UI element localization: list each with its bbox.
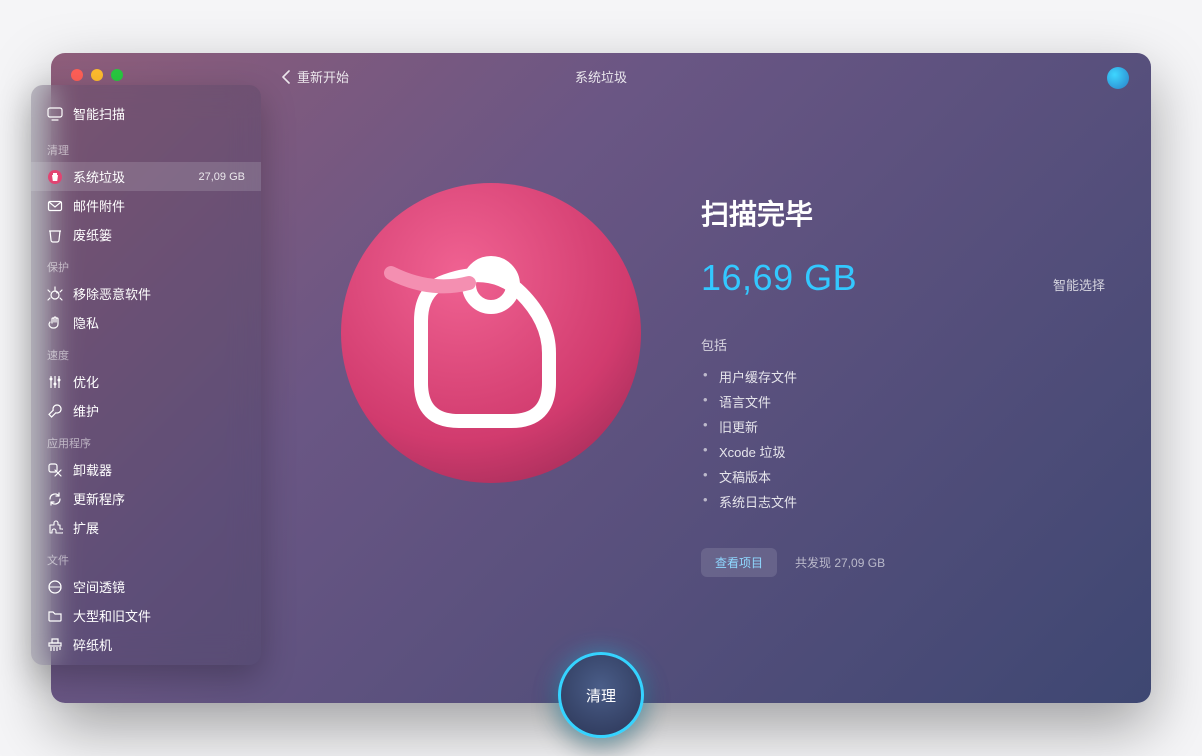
main-panel: 扫描完毕 16,69 GB 智能选择 包括 用户缓存文件语言文件旧更新Xcode…: [311, 133, 1111, 613]
lens-icon: [47, 579, 63, 595]
sidebar-item-label: 大型和旧文件: [73, 606, 245, 625]
sidebar-item[interactable]: 扩展: [31, 513, 261, 542]
sidebar-item-label: 智能扫描: [73, 104, 245, 123]
folder-icon: [47, 608, 63, 624]
shredder-icon: [47, 637, 63, 653]
sidebar-item-label: 维护: [73, 401, 245, 420]
sidebar-item-badge: 27,09 GB: [199, 171, 245, 183]
sidebar-item-label: 碎纸机: [73, 635, 245, 654]
envelope-icon: [47, 198, 63, 214]
chevron-left-icon: [281, 70, 291, 84]
sidebar-item-label: 移除恶意软件: [73, 284, 245, 303]
sidebar-item-label: 更新程序: [73, 489, 245, 508]
view-items-button[interactable]: 查看项目: [701, 548, 777, 577]
sidebar-section-title: 保护: [31, 249, 261, 279]
sidebar-item-label: 优化: [73, 372, 245, 391]
includes-item: 系统日志文件: [701, 489, 1111, 514]
sidebar-item[interactable]: 废纸篓: [31, 220, 261, 249]
includes-item: 旧更新: [701, 414, 1111, 439]
includes-item: 语言文件: [701, 389, 1111, 414]
uninstall-icon: [47, 462, 63, 478]
sidebar-section-title: 速度: [31, 337, 261, 367]
sidebar-item-label: 卸载器: [73, 460, 245, 479]
update-icon: [47, 491, 63, 507]
sidebar-section-title: 应用程序: [31, 425, 261, 455]
sidebar-section-title: 清理: [31, 132, 261, 162]
sidebar-item-label: 邮件附件: [73, 196, 245, 215]
bin-icon: [47, 227, 63, 243]
sidebar-item[interactable]: 移除恶意软件: [31, 279, 261, 308]
sidebar-item[interactable]: 维护: [31, 396, 261, 425]
sidebar-item[interactable]: 大型和旧文件: [31, 601, 261, 630]
sidebar-item-label: 扩展: [73, 518, 245, 537]
sidebar-item[interactable]: 更新程序: [31, 484, 261, 513]
back-button[interactable]: 重新开始: [281, 67, 349, 86]
sidebar-item[interactable]: 隐私: [31, 308, 261, 337]
sidebar-item[interactable]: 系统垃圾 27,09 GB: [31, 162, 261, 191]
selected-size: 16,69 GB: [701, 257, 857, 299]
includes-item: Xcode 垃圾: [701, 439, 1111, 464]
wrench-icon: [47, 403, 63, 419]
sidebar-item[interactable]: 碎纸机: [31, 630, 261, 659]
includes-list: 用户缓存文件语言文件旧更新Xcode 垃圾文稿版本系统日志文件: [701, 364, 1111, 514]
scan-results: 扫描完毕 16,69 GB 智能选择 包括 用户缓存文件语言文件旧更新Xcode…: [701, 133, 1111, 577]
bug-icon: [47, 286, 63, 302]
top-bar: 重新开始 系统垃圾: [51, 67, 1151, 86]
sidebar-item-label: 隐私: [73, 313, 245, 332]
app-window: 重新开始 系统垃圾 智能扫描 清理系统垃圾27,09 GB邮件附件废纸篓保护移除…: [51, 53, 1151, 703]
sidebar-section-title: 文件: [31, 542, 261, 572]
sidebar-item[interactable]: 邮件附件: [31, 191, 261, 220]
system-junk-hero-icon: [331, 173, 651, 493]
trash-badge-icon: [47, 169, 63, 185]
monitor-icon: [47, 106, 63, 122]
clean-button[interactable]: 清理: [558, 652, 644, 738]
extension-icon: [47, 520, 63, 536]
includes-item: 用户缓存文件: [701, 364, 1111, 389]
sidebar: 智能扫描 清理系统垃圾 27,09 GB 邮件附件废纸篓保护移除恶意软件隐私速度优化…: [31, 85, 261, 665]
hand-icon: [47, 315, 63, 331]
found-total: 共发现 27,09 GB: [795, 554, 885, 571]
sidebar-item-label: 废纸篓: [73, 225, 245, 244]
sidebar-item-label: 空间透镜: [73, 577, 245, 596]
sidebar-item-label: 系统垃圾: [73, 167, 189, 186]
smart-select-link[interactable]: 智能选择: [1053, 275, 1111, 294]
includes-item: 文稿版本: [701, 464, 1111, 489]
sidebar-item-smart-scan[interactable]: 智能扫描: [31, 99, 261, 128]
sliders-icon: [47, 374, 63, 390]
sidebar-item[interactable]: 空间透镜: [31, 572, 261, 601]
back-label: 重新开始: [297, 67, 349, 86]
sidebar-item[interactable]: 卸载器: [31, 455, 261, 484]
includes-label: 包括: [701, 335, 1111, 354]
page-title: 系统垃圾: [575, 67, 627, 86]
sidebar-item[interactable]: 优化: [31, 367, 261, 396]
scan-heading: 扫描完毕: [701, 193, 1111, 233]
profile-avatar[interactable]: [1107, 67, 1129, 89]
